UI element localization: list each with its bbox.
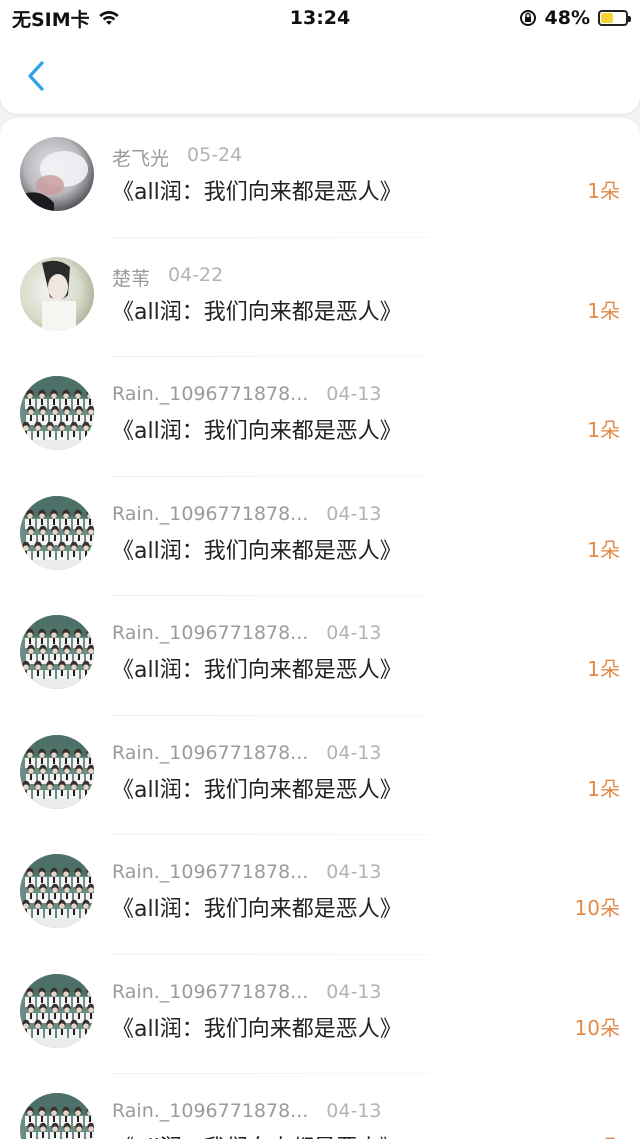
item-meta: Rain._1096771878... 04-13 bbox=[112, 742, 382, 764]
list-item[interactable]: Rain._1096771878... 04-13 《all润：我们向来都是恶人》 1… bbox=[0, 955, 640, 1074]
item-title[interactable]: 《all润：我们向来都是恶人》 bbox=[112, 1130, 402, 1139]
chevron-left-icon bbox=[28, 61, 44, 91]
item-meta: Rain._1096771878... 04-13 bbox=[112, 503, 382, 525]
avatar[interactable] bbox=[20, 495, 94, 570]
item-date: 04-13 bbox=[326, 1100, 382, 1122]
flower-count: 1朵 bbox=[587, 418, 620, 442]
item-title[interactable]: 《all润：我们向来都是恶人》 bbox=[112, 891, 402, 923]
user-name[interactable]: Rain._1096771878... bbox=[112, 1100, 308, 1122]
battery-icon bbox=[598, 10, 631, 26]
gift-list: 老飞光 05-24 《all润：我们向来都是恶人》 1朵 楚苇 04-22 《all润：我们… bbox=[0, 118, 640, 1139]
item-date: 04-13 bbox=[326, 383, 382, 405]
item-title[interactable]: 《all润：我们向来都是恶人》 bbox=[112, 294, 402, 326]
flower-count: 1朵 bbox=[587, 537, 620, 562]
item-title[interactable]: 《all润：我们向来都是恶人》 bbox=[112, 652, 402, 684]
flower-count: 1朵 bbox=[587, 657, 620, 681]
status-left: 无SIM卡 bbox=[12, 5, 120, 32]
avatar[interactable] bbox=[20, 137, 94, 211]
user-name[interactable]: Rain._1096771878... bbox=[112, 742, 308, 764]
item-date: 04-22 bbox=[168, 263, 224, 286]
item-title[interactable]: 《all润：我们向来都是恶人》 bbox=[112, 772, 402, 804]
nav-bar bbox=[0, 36, 640, 114]
list-item[interactable]: Rain._1096771878... 04-13 《all润：我们向来都是恶人》 1… bbox=[0, 835, 640, 955]
avatar[interactable] bbox=[20, 734, 94, 809]
list-item[interactable]: Rain._1096771878... 04-13 《all润：我们向来都是恶人》 1… bbox=[0, 477, 640, 596]
battery-fill bbox=[601, 13, 613, 23]
item-date: 04-13 bbox=[326, 622, 382, 644]
avatar[interactable] bbox=[20, 973, 94, 1048]
item-title[interactable]: 《all润：我们向来都是恶人》 bbox=[112, 533, 402, 565]
item-title[interactable]: 《all润：我们向来都是恶人》 bbox=[112, 1011, 402, 1043]
wifi-icon bbox=[98, 11, 119, 25]
item-meta: Rain._1096771878... 04-13 bbox=[112, 1100, 382, 1122]
list-item[interactable]: 楚苇 04-22 《all润：我们向来都是恶人》 1朵 bbox=[0, 238, 640, 357]
avatar[interactable] bbox=[20, 854, 94, 928]
flower-count: 1朵 bbox=[587, 298, 620, 323]
user-name[interactable]: 楚苇 bbox=[112, 264, 150, 291]
flower-count: 1朵 bbox=[587, 1131, 620, 1139]
avatar[interactable] bbox=[20, 376, 94, 450]
item-meta: 老飞光 05-24 bbox=[112, 144, 242, 171]
user-name[interactable]: Rain._1096771878... bbox=[112, 981, 308, 1003]
item-date: 04-13 bbox=[326, 502, 382, 525]
orientation-lock-icon bbox=[519, 10, 536, 26]
avatar[interactable] bbox=[20, 256, 94, 331]
item-date: 04-13 bbox=[326, 741, 382, 764]
item-title[interactable]: 《all润：我们向来都是恶人》 bbox=[112, 413, 402, 445]
item-meta: Rain._1096771878... 04-13 bbox=[112, 861, 382, 883]
user-name[interactable]: Rain._1096771878... bbox=[112, 861, 308, 883]
list-item[interactable]: 老飞光 05-24 《all润：我们向来都是恶人》 1朵 bbox=[0, 118, 640, 238]
list-item[interactable]: Rain._1096771878... 04-13 《all润：我们向来都是恶人》 1… bbox=[0, 716, 640, 835]
item-date: 04-13 bbox=[326, 861, 382, 883]
back-button[interactable] bbox=[18, 56, 54, 96]
flower-count: 10朵 bbox=[574, 896, 620, 920]
list-item[interactable]: Rain._1096771878... 04-13 《all润：我们向来都是恶人》 1… bbox=[0, 357, 640, 477]
avatar[interactable] bbox=[20, 615, 94, 689]
status-bar: 无SIM卡 13:24 48% bbox=[0, 0, 640, 36]
list-item[interactable]: Rain._1096771878... 04-13 《all润：我们向来都是恶人》 1… bbox=[0, 596, 640, 716]
list-item[interactable]: Rain._1096771878... 04-13 《all润：我们向来都是恶人》 1… bbox=[0, 1074, 640, 1139]
user-name[interactable]: Rain._1096771878... bbox=[112, 503, 308, 525]
item-meta: Rain._1096771878... 04-13 bbox=[112, 383, 382, 405]
item-date: 04-13 bbox=[326, 980, 382, 1003]
status-right: 48% bbox=[519, 7, 631, 29]
flower-count: 1朵 bbox=[587, 179, 620, 203]
avatar[interactable] bbox=[20, 1093, 94, 1139]
item-meta: 楚苇 04-22 bbox=[112, 264, 223, 291]
item-date: 05-24 bbox=[187, 144, 243, 166]
carrier-label: 无SIM卡 bbox=[12, 8, 90, 31]
user-name[interactable]: Rain._1096771878... bbox=[112, 383, 308, 405]
battery-percent: 48% bbox=[544, 7, 590, 29]
flower-count: 1朵 bbox=[587, 776, 620, 801]
item-meta: Rain._1096771878... 04-13 bbox=[112, 622, 382, 644]
item-title[interactable]: 《all润：我们向来都是恶人》 bbox=[112, 174, 402, 206]
user-name[interactable]: 老飞光 bbox=[112, 144, 169, 171]
item-meta: Rain._1096771878... 04-13 bbox=[112, 981, 382, 1003]
user-name[interactable]: Rain._1096771878... bbox=[112, 622, 308, 644]
flower-count: 10朵 bbox=[574, 1015, 620, 1040]
